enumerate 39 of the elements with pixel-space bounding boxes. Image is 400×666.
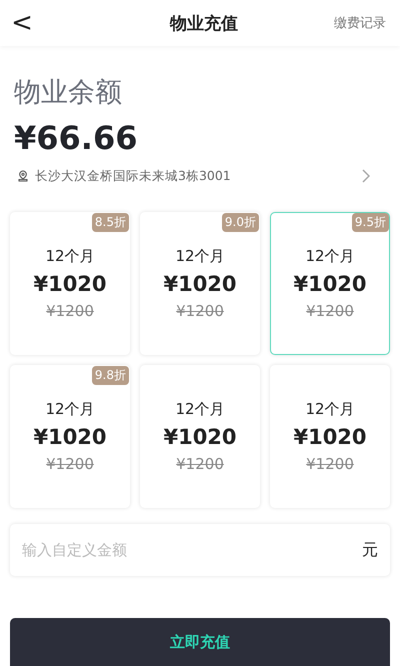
address-text: 长沙大汉金桥国际未来城3栋3001 <box>35 168 232 184</box>
plan-period: 12个月 <box>175 400 225 419</box>
original-price: ¥1200 <box>46 302 94 320</box>
original-price: ¥1200 <box>46 455 94 473</box>
plan-price: ¥1020 <box>293 272 367 296</box>
plan-card[interactable]: 9.0折 12个月 ¥1020 ¥1200 <box>140 212 260 355</box>
recharge-button[interactable]: 立即充值 <box>10 618 390 666</box>
plan-price: ¥1020 <box>163 425 237 449</box>
balance-label: 物业余额 <box>14 76 123 110</box>
plan-card[interactable]: 9.8折 12个月 ¥1020 ¥1200 <box>10 365 130 508</box>
back-button[interactable]: < <box>10 8 34 38</box>
address-row[interactable]: 长沙大汉金桥国际未来城3栋3001 <box>14 166 386 186</box>
plan-price: ¥1020 <box>33 272 107 296</box>
plan-price: ¥1020 <box>163 272 237 296</box>
plan-period: 12个月 <box>45 400 95 419</box>
page-title: 物业充值 <box>170 12 238 34</box>
payment-records-link[interactable]: 缴费记录 <box>334 14 386 32</box>
plan-card[interactable]: 8.5折 12个月 ¥1020 ¥1200 <box>10 212 130 355</box>
plan-period: 12个月 <box>45 247 95 266</box>
plan-card[interactable]: 12个月 ¥1020 ¥1200 <box>140 365 260 508</box>
original-price: ¥1200 <box>176 455 224 473</box>
chevron-right-icon <box>362 169 370 183</box>
plan-card[interactable]: 12个月 ¥1020 ¥1200 <box>270 365 390 508</box>
discount-badge: 9.8折 <box>92 366 129 385</box>
discount-badge: 9.5折 <box>352 213 389 232</box>
discount-badge: 9.0折 <box>222 213 259 232</box>
original-price: ¥1200 <box>306 302 354 320</box>
unit-label: 元 <box>362 540 378 561</box>
plan-period: 12个月 <box>305 247 355 266</box>
location-pin-icon <box>17 170 29 182</box>
original-price: ¥1200 <box>176 302 224 320</box>
balance-amount: ¥66.66 <box>14 118 138 158</box>
plan-period: 12个月 <box>175 247 225 266</box>
discount-badge: 8.5折 <box>92 213 129 232</box>
plan-card[interactable]: 9.5折 12个月 ¥1020 ¥1200 <box>270 212 390 355</box>
original-price: ¥1200 <box>306 455 354 473</box>
plan-price: ¥1020 <box>33 425 107 449</box>
plan-period: 12个月 <box>305 400 355 419</box>
plan-price: ¥1020 <box>293 425 367 449</box>
